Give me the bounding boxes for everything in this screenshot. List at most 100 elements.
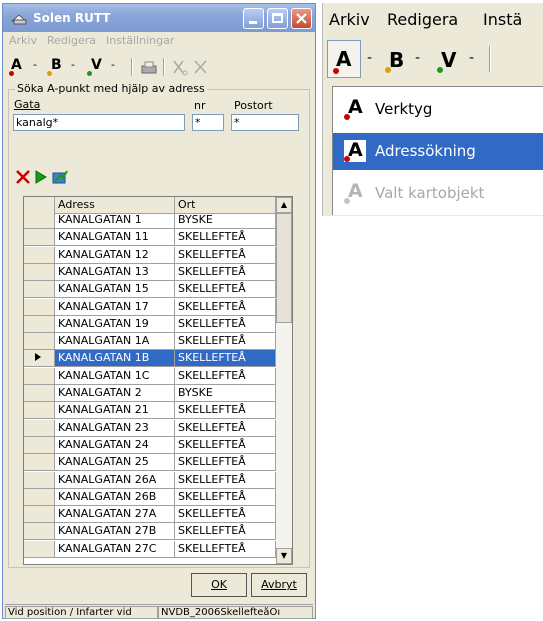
close-button[interactable] — [291, 8, 312, 29]
cell-adress[interactable]: KANALGATAN 26A — [55, 471, 175, 489]
cell-adress[interactable]: KANALGATAN 13 — [55, 263, 175, 281]
play-icon[interactable] — [33, 169, 49, 185]
table-row[interactable]: KANALGATAN 24 SKELLEFTEÅ — [24, 436, 276, 454]
ok-button[interactable]: OK — [191, 573, 247, 597]
cell-ort[interactable]: SKELLEFTEÅ — [175, 263, 276, 281]
right-menu-arkiv[interactable]: Arkiv — [329, 10, 370, 29]
cell-ort[interactable]: SKELLEFTEÅ — [175, 229, 276, 247]
cell-adress[interactable]: KANALGATAN 25 — [55, 454, 175, 472]
postort-input[interactable]: * — [231, 114, 299, 131]
minimize-button[interactable] — [243, 8, 264, 29]
row-selector[interactable] — [24, 367, 55, 385]
cell-ort[interactable]: SKELLEFTEÅ — [175, 402, 276, 420]
cell-ort[interactable]: SKELLEFTEÅ — [175, 350, 276, 368]
cell-adress[interactable]: KANALGATAN 21 — [55, 402, 175, 420]
menu-item-verktyg[interactable]: A Verktyg — [333, 91, 543, 128]
row-selector[interactable] — [24, 419, 55, 437]
maximize-button[interactable] — [267, 8, 288, 29]
row-selector[interactable] — [24, 436, 55, 454]
cell-ort[interactable]: SKELLEFTEÅ — [175, 315, 276, 333]
cell-ort[interactable]: BYSKE — [175, 212, 276, 229]
cell-adress[interactable]: KANALGATAN 23 — [55, 419, 175, 437]
cell-ort[interactable]: SKELLEFTEÅ — [175, 246, 276, 264]
menu-redigera[interactable]: Redigera — [47, 34, 96, 47]
table-row[interactable]: KANALGATAN 2 BYSKE — [24, 385, 276, 402]
chevron-down-icon[interactable]: - — [367, 50, 372, 66]
table-row[interactable]: KANALGATAN 23 SKELLEFTEÅ — [24, 419, 276, 437]
row-selector[interactable] — [24, 263, 55, 281]
table-row[interactable]: KANALGATAN 26B SKELLEFTEÅ — [24, 488, 276, 506]
table-row[interactable]: KANALGATAN 1B SKELLEFTEÅ — [24, 350, 276, 368]
cancel-button[interactable]: Avbryt — [251, 573, 307, 597]
row-selector[interactable] — [24, 350, 55, 368]
vertical-scrollbar[interactable]: ▲ ▼ — [276, 197, 292, 564]
b-point-dropdown[interactable]: B - — [47, 56, 91, 78]
cell-ort[interactable]: SKELLEFTEÅ — [175, 454, 276, 472]
cell-ort[interactable]: SKELLEFTEÅ — [175, 281, 276, 299]
cell-adress[interactable]: KANALGATAN 27B — [55, 523, 175, 541]
cell-ort[interactable]: SKELLEFTEÅ — [175, 506, 276, 524]
cell-adress[interactable]: KANALGATAN 27C — [55, 540, 175, 558]
table-row[interactable]: KANALGATAN 27A SKELLEFTEÅ — [24, 506, 276, 524]
table-row[interactable]: KANALGATAN 17 SKELLEFTEÅ — [24, 298, 276, 316]
cell-ort[interactable]: SKELLEFTEÅ — [175, 540, 276, 558]
cell-adress[interactable]: KANALGATAN 27A — [55, 506, 175, 524]
chevron-down-icon[interactable]: - — [415, 50, 420, 66]
b-letter[interactable]: B — [389, 48, 404, 72]
row-selector[interactable] — [24, 385, 55, 402]
row-selector[interactable] — [24, 471, 55, 489]
table-row[interactable]: KANALGATAN 11 SKELLEFTEÅ — [24, 229, 276, 247]
cell-ort[interactable]: SKELLEFTEÅ — [175, 471, 276, 489]
table-row[interactable]: KANALGATAN 15 SKELLEFTEÅ — [24, 281, 276, 299]
row-selector[interactable] — [24, 315, 55, 333]
delete-icon[interactable] — [15, 169, 31, 185]
row-selector[interactable] — [24, 212, 55, 229]
a-point-button-pressed[interactable]: A — [327, 40, 361, 78]
cell-adress[interactable]: KANALGATAN 19 — [55, 315, 175, 333]
menu-arkiv[interactable]: Arkiv — [9, 34, 37, 47]
row-selector[interactable] — [24, 540, 55, 558]
table-row[interactable]: KANALGATAN 1A SKELLEFTEÅ — [24, 333, 276, 351]
cell-adress[interactable]: KANALGATAN 24 — [55, 436, 175, 454]
row-selector[interactable] — [24, 281, 55, 299]
cell-ort[interactable]: SKELLEFTEÅ — [175, 419, 276, 437]
scroll-down-button[interactable]: ▼ — [276, 548, 292, 564]
table-row[interactable]: KANALGATAN 19 SKELLEFTEÅ — [24, 315, 276, 333]
v-point-dropdown[interactable]: V - — [87, 56, 131, 78]
cell-ort[interactable]: SKELLEFTEÅ — [175, 488, 276, 506]
row-selector[interactable] — [24, 246, 55, 264]
cell-ort[interactable]: SKELLEFTEÅ — [175, 298, 276, 316]
cell-ort[interactable]: SKELLEFTEÅ — [175, 367, 276, 385]
cell-ort[interactable]: SKELLEFTEÅ — [175, 523, 276, 541]
gata-input[interactable]: kanalg* — [13, 114, 185, 131]
cell-ort[interactable]: SKELLEFTEÅ — [175, 436, 276, 454]
cell-adress[interactable]: KANALGATAN 12 — [55, 246, 175, 264]
cell-adress[interactable]: KANALGATAN 11 — [55, 229, 175, 247]
table-row[interactable]: KANALGATAN 27C SKELLEFTEÅ — [24, 540, 276, 558]
row-selector[interactable] — [24, 298, 55, 316]
table-row[interactable]: KANALGATAN 25 SKELLEFTEÅ — [24, 454, 276, 472]
scroll-thumb[interactable] — [276, 213, 292, 323]
cell-adress[interactable]: KANALGATAN 1 — [55, 212, 175, 229]
v-letter[interactable]: V — [441, 48, 456, 72]
title-bar[interactable]: Solen RUTT — [3, 4, 315, 32]
cell-adress[interactable]: KANALGATAN 1A — [55, 333, 175, 351]
table-row[interactable]: KANALGATAN 26A SKELLEFTEÅ — [24, 471, 276, 489]
cell-ort[interactable]: BYSKE — [175, 385, 276, 402]
scroll-up-button[interactable]: ▲ — [276, 197, 292, 213]
chevron-down-icon[interactable]: - — [469, 50, 474, 66]
right-menu-installningar[interactable]: Instä — [483, 10, 522, 29]
table-row[interactable]: KANALGATAN 1C SKELLEFTEÅ — [24, 367, 276, 385]
search-go-icon[interactable] — [51, 169, 69, 185]
cell-ort[interactable]: SKELLEFTEÅ — [175, 333, 276, 351]
menu-installningar[interactable]: Inställningar — [106, 34, 174, 47]
cell-adress[interactable]: KANALGATAN 26B — [55, 488, 175, 506]
table-row[interactable]: KANALGATAN 27B SKELLEFTEÅ — [24, 523, 276, 541]
row-selector[interactable] — [24, 229, 55, 247]
right-menu-redigera[interactable]: Redigera — [387, 10, 458, 29]
menu-item-adressokning[interactable]: A Adressökning — [333, 133, 543, 170]
nr-input[interactable]: * — [192, 114, 224, 131]
cell-adress[interactable]: KANALGATAN 1C — [55, 367, 175, 385]
cell-adress[interactable]: KANALGATAN 2 — [55, 385, 175, 402]
row-selector[interactable] — [24, 488, 55, 506]
